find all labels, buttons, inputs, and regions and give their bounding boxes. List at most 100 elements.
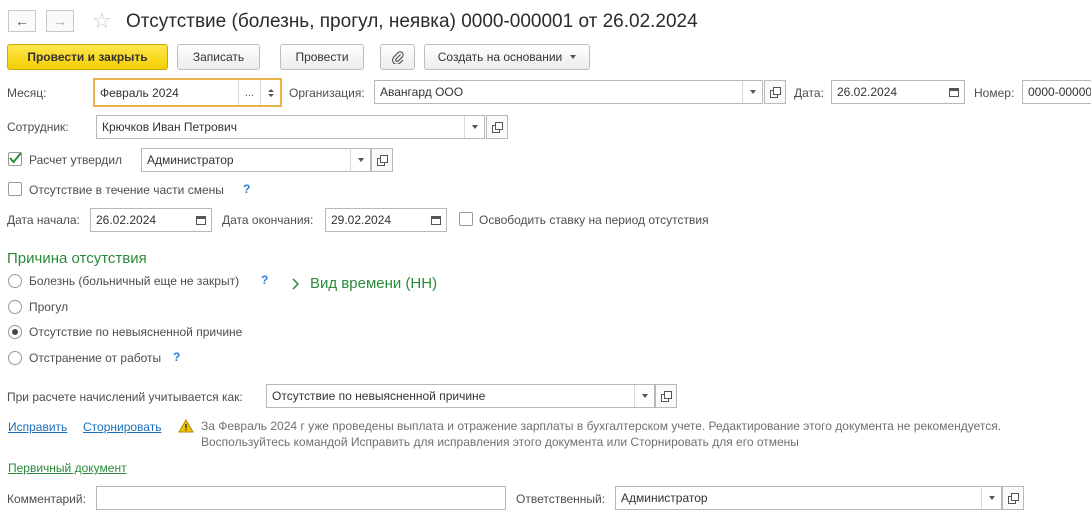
calendar-icon: [949, 87, 959, 97]
illness-help-icon[interactable]: ?: [261, 273, 268, 287]
open-window-icon: [377, 155, 388, 166]
page-title: Отсутствие (болезнь, прогул, неявка) 000…: [126, 11, 698, 32]
month-value: Февраль 2024: [100, 85, 179, 100]
arrow-right-icon: →: [53, 13, 67, 29]
arrow-left-icon: ←: [15, 13, 29, 29]
start-date-label: Дата начала:: [7, 213, 80, 227]
calc-value: Отсутствие по невыясненной причине: [272, 389, 486, 403]
employee-value: Крючков Иван Петрович: [102, 120, 237, 134]
reason-label-absence: Прогул: [29, 300, 69, 314]
chevron-right-icon: [292, 277, 300, 290]
date-label: Дата:: [794, 86, 824, 100]
comment-label: Комментарий:: [7, 492, 86, 506]
release-rate-label: Освободить ставку на период отсутствия: [479, 213, 709, 227]
approved-checkbox[interactable]: [8, 152, 22, 166]
end-date-field[interactable]: 29.02.2024: [325, 208, 447, 232]
organization-label: Организация:: [289, 86, 365, 100]
post-button[interactable]: Провести: [280, 44, 364, 70]
calendar-icon: [431, 215, 441, 225]
number-value: 0000-000001: [1028, 85, 1091, 99]
warning-icon: [178, 419, 194, 436]
open-window-icon: [492, 122, 503, 133]
calendar-icon: [196, 215, 206, 225]
time-kind-label: Вид времени (НН): [310, 275, 438, 292]
back-button[interactable]: ←: [8, 10, 36, 32]
number-field[interactable]: 0000-000001: [1022, 80, 1091, 104]
responsible-field[interactable]: Администратор: [615, 486, 1002, 510]
date-field[interactable]: 26.02.2024: [831, 80, 965, 104]
reason-label-suspension: Отстранение от работы: [29, 351, 162, 365]
employee-field[interactable]: Крючков Иван Петрович: [96, 115, 485, 139]
comment-field[interactable]: [96, 486, 506, 510]
organization-value: Авангард ООО: [380, 85, 464, 99]
fix-link[interactable]: Исправить: [8, 420, 67, 434]
spin-up-icon: [267, 88, 274, 92]
end-date-value: 29.02.2024: [331, 213, 392, 227]
partial-shift-checkbox[interactable]: [8, 182, 22, 196]
time-kind-expander[interactable]: Вид времени (НН): [291, 275, 437, 292]
calc-label: При расчете начислений учитывается как:: [7, 390, 243, 404]
responsible-dropdown-button[interactable]: [981, 487, 1001, 509]
chevron-down-icon: [471, 125, 478, 129]
reason-label-unknown: Отсутствие по невыясненной причине: [29, 325, 243, 339]
calc-dropdown-button[interactable]: [634, 385, 654, 407]
warning-text-line2: Воспользуйтесь командой Исправить для ис…: [201, 435, 799, 449]
save-button[interactable]: Записать: [177, 44, 260, 70]
warning-text-line1: За Февраль 2024 г уже проведены выплата …: [201, 419, 1002, 433]
start-date-field[interactable]: 26.02.2024: [90, 208, 212, 232]
reason-radio-illness[interactable]: [8, 274, 22, 288]
date-calendar-button[interactable]: [944, 81, 964, 103]
chevron-down-icon: [749, 90, 756, 94]
calc-field[interactable]: Отсутствие по невыясненной причине: [266, 384, 655, 408]
month-spinner[interactable]: [260, 80, 280, 105]
chevron-down-icon: [570, 55, 577, 59]
approved-by-field[interactable]: Администратор: [141, 148, 371, 172]
approved-by-open-button[interactable]: [371, 148, 393, 172]
attach-button[interactable]: [380, 44, 415, 70]
reason-radio-absence[interactable]: [8, 300, 22, 314]
start-date-value: 26.02.2024: [96, 213, 157, 227]
open-window-icon: [661, 391, 672, 402]
employee-dropdown-button[interactable]: [464, 116, 484, 138]
open-window-icon: [1008, 493, 1019, 504]
organization-field[interactable]: Авангард ООО: [374, 80, 763, 104]
employee-label: Сотрудник:: [7, 120, 69, 134]
reason-label-illness: Болезнь (больничный еще не закрыт): [29, 274, 240, 288]
start-date-calendar-button[interactable]: [191, 209, 211, 231]
calc-open-button[interactable]: [655, 384, 677, 408]
post-and-close-button[interactable]: Провести и закрыть: [7, 44, 168, 70]
approved-by-value: Администратор: [147, 153, 234, 167]
month-label: Месяц:: [7, 86, 47, 100]
reason-heading: Причина отсутствия: [7, 250, 147, 267]
month-select-button[interactable]: ...: [238, 80, 260, 105]
responsible-open-button[interactable]: [1002, 486, 1024, 510]
partial-shift-help-icon[interactable]: ?: [243, 182, 250, 196]
chevron-down-icon: [641, 394, 648, 398]
reason-radio-unknown[interactable]: [8, 325, 22, 339]
responsible-value: Администратор: [621, 491, 708, 505]
partial-shift-label: Отсутствие в течение части смены: [29, 183, 224, 197]
spin-down-icon: [267, 93, 274, 97]
number-label: Номер:: [974, 86, 1015, 100]
date-value: 26.02.2024: [837, 85, 898, 99]
organization-dropdown-button[interactable]: [742, 81, 762, 103]
favorite-star-icon[interactable]: ☆: [92, 9, 112, 33]
reason-radio-suspension[interactable]: [8, 351, 22, 365]
create-based-on-button[interactable]: Создать на основании: [424, 44, 590, 70]
release-rate-checkbox[interactable]: [459, 212, 473, 226]
paperclip-icon: [391, 51, 404, 64]
end-date-label: Дата окончания:: [222, 213, 314, 227]
end-date-calendar-button[interactable]: [426, 209, 446, 231]
organization-open-button[interactable]: [764, 80, 786, 104]
forward-button[interactable]: →: [46, 10, 74, 32]
checkmark-icon: [9, 152, 22, 164]
employee-open-button[interactable]: [486, 115, 508, 139]
approved-by-dropdown-button[interactable]: [350, 149, 370, 171]
primary-document-link[interactable]: Первичный документ: [8, 461, 127, 475]
approved-label: Расчет утвердил: [29, 153, 123, 167]
open-window-icon: [770, 87, 781, 98]
month-field[interactable]: Февраль 2024 ...: [93, 78, 282, 107]
chevron-down-icon: [357, 158, 364, 162]
reverse-link[interactable]: Сторнировать: [83, 420, 161, 434]
suspension-help-icon[interactable]: ?: [173, 350, 180, 364]
